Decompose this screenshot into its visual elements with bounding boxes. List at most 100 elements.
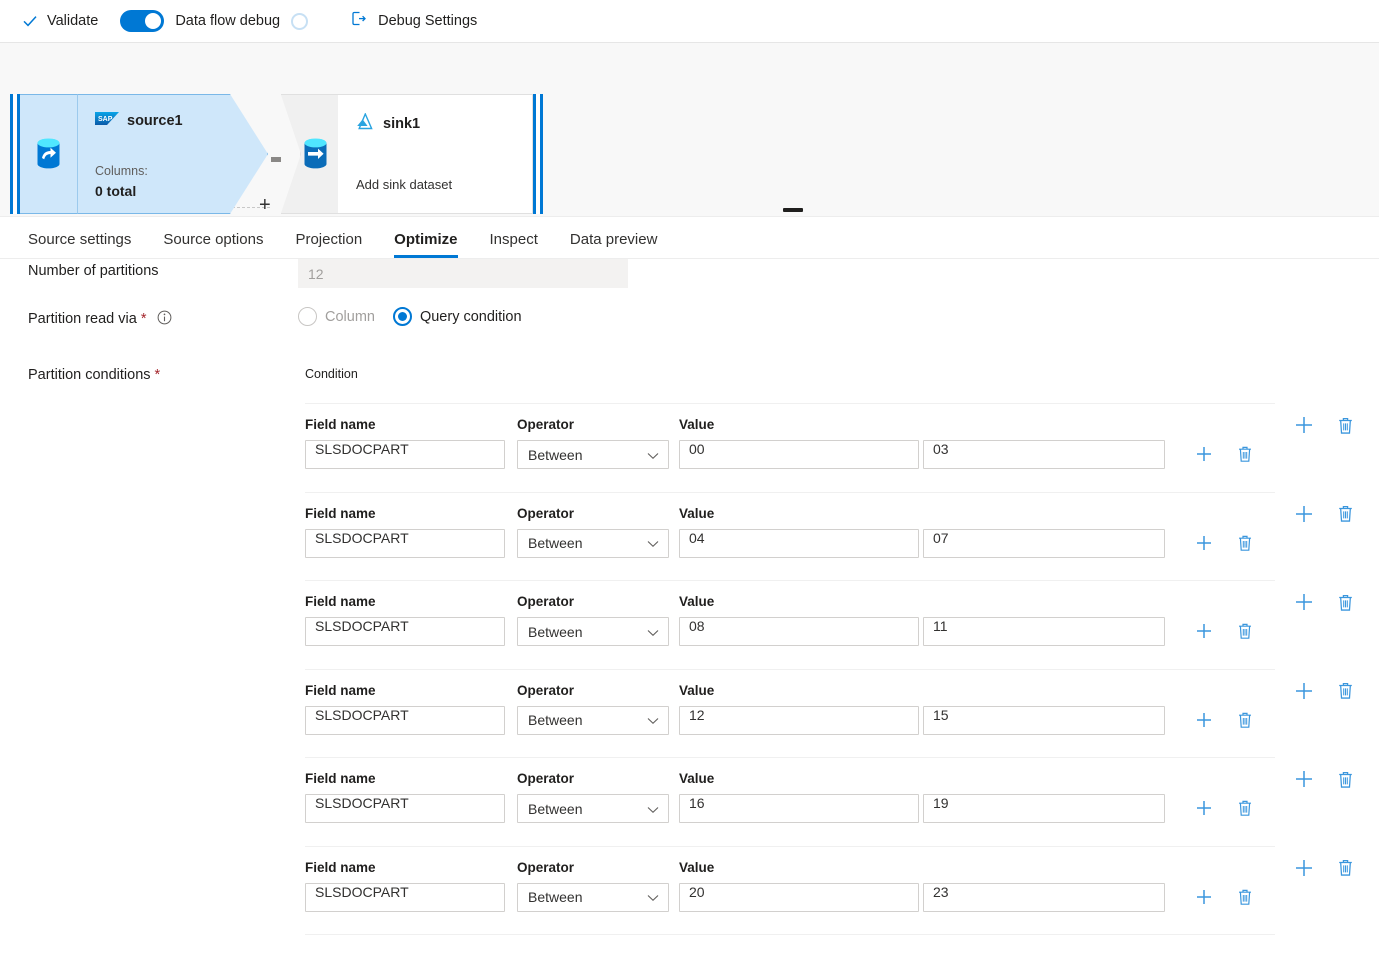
chevron-down-icon [647,889,659,905]
validate-label: Validate [47,13,98,29]
field-name-input[interactable]: SLSDOCPART [305,617,505,646]
add-condition-group-button[interactable] [1293,680,1315,702]
partition-read-via-label: Partition read via * [28,310,172,329]
delete-condition-group-button[interactable] [1334,591,1356,613]
data-flow-debug-toggle[interactable] [120,10,164,32]
svg-text:SAP: SAP [98,116,113,123]
operator-header: Operator [517,594,574,609]
add-condition-button[interactable] [1193,797,1215,819]
operator-select[interactable]: Between [517,529,669,558]
field-name-input[interactable]: SLSDOCPART [305,883,505,912]
delete-condition-group-button[interactable] [1334,768,1356,790]
field-name-input[interactable]: SLSDOCPART [305,529,505,558]
value-from-input[interactable]: 08 [679,617,919,646]
operator-select[interactable]: Between [517,440,669,469]
delete-condition-button[interactable] [1234,709,1256,731]
value-from-input[interactable]: 12 [679,706,919,735]
tab-optimize[interactable]: Optimize [394,231,457,258]
sink-name: sink1 [383,116,420,132]
field-name-header: Field name [305,417,376,432]
tab-inspect[interactable]: Inspect [490,231,538,258]
number-of-partitions-row: Number of partitions 12 [0,259,1379,307]
tab-projection[interactable]: Projection [295,231,362,258]
tab-source-settings[interactable]: Source settings [28,231,131,258]
value-to-input[interactable]: 19 [923,794,1165,823]
source-stream-icon [20,94,77,214]
sink-title-group: sink1 [356,113,420,135]
add-condition-group-button[interactable] [1293,503,1315,525]
value-header: Value [679,771,714,786]
check-icon [22,13,38,29]
field-name-input[interactable]: SLSDOCPART [305,794,505,823]
operator-select[interactable]: Between [517,706,669,735]
tab-data-preview[interactable]: Data preview [570,231,658,258]
data-flow-canvas[interactable]: SAP source1 Columns: 0 total + [0,43,1379,217]
field-name-input[interactable]: SLSDOCPART [305,706,505,735]
value-header: Value [679,417,714,432]
add-condition-button[interactable] [1193,443,1215,465]
add-condition-group-button[interactable] [1293,591,1315,613]
chevron-down-icon [647,712,659,728]
value-to-input[interactable]: 03 [923,440,1165,469]
delete-condition-button[interactable] [1234,797,1256,819]
source-body: SAP source1 Columns: 0 total [77,94,268,214]
delete-condition-button[interactable] [1234,620,1256,642]
chevron-down-icon [647,801,659,817]
operator-select[interactable]: Between [517,617,669,646]
delete-condition-group-button[interactable] [1334,414,1356,436]
partition-read-via-radio-group[interactable]: Column Query condition [298,307,522,326]
delete-condition-button[interactable] [1234,886,1256,908]
number-of-partitions-input: 12 [298,259,628,288]
add-condition-group-button[interactable] [1293,768,1315,790]
operator-select[interactable]: Between [517,883,669,912]
add-condition-button[interactable] [1193,620,1215,642]
delete-condition-group-button[interactable] [1334,857,1356,879]
field-name-header: Field name [305,506,376,521]
operator-header: Operator [517,771,574,786]
validate-button[interactable]: Validate [22,6,98,36]
delete-condition-button[interactable] [1234,532,1256,554]
toggle-knob [145,13,161,29]
debug-settings-label: Debug Settings [378,13,477,29]
value-from-input[interactable]: 16 [679,794,919,823]
data-flow-debug-label: Data flow debug [175,13,280,29]
radio-inner-dot [398,312,407,321]
value-to-input[interactable]: 11 [923,617,1165,646]
value-to-input[interactable]: 23 [923,883,1165,912]
value-from-input[interactable]: 20 [679,883,919,912]
delete-condition-group-button[interactable] [1334,503,1356,525]
value-from-input[interactable]: 04 [679,529,919,558]
operator-value: Between [528,889,582,905]
debug-status-spinner-icon [291,13,308,30]
field-name-input[interactable]: SLSDOCPART [305,440,505,469]
sink-node[interactable]: sink1 Add sink dataset [281,94,543,214]
value-to-input[interactable]: 15 [923,706,1165,735]
info-icon[interactable] [157,310,172,329]
add-condition-group-button[interactable] [1293,857,1315,879]
operator-value: Between [528,447,582,463]
operator-select[interactable]: Between [517,794,669,823]
panel-collapse-handle[interactable] [783,208,803,212]
add-condition-group-button[interactable] [1293,414,1315,436]
source-name: source1 [127,113,183,129]
partition-conditions-table: Condition Field name Operator Value SLSD… [305,367,1379,935]
value-from-input[interactable]: 00 [679,440,919,469]
delete-condition-button[interactable] [1234,443,1256,465]
sink-subtitle[interactable]: Add sink dataset [356,177,452,192]
radio-option-query-condition[interactable]: Query condition [393,307,522,326]
value-header: Value [679,594,714,609]
add-condition-button[interactable] [1193,709,1215,731]
operator-value: Between [528,624,582,640]
data-flow-debug-control[interactable]: Data flow debug [120,10,308,32]
debug-settings-button[interactable]: Debug Settings [350,6,477,36]
tab-source-options[interactable]: Source options [163,231,263,258]
source-columns-total: 0 total [95,181,148,203]
add-transformation-button[interactable]: + [259,195,271,215]
delete-condition-group-button[interactable] [1334,680,1356,702]
condition-row: Field name Operator Value SLSDOCPART Bet… [305,758,1275,847]
value-to-input[interactable]: 07 [923,529,1165,558]
add-condition-button[interactable] [1193,532,1215,554]
add-condition-button[interactable] [1193,886,1215,908]
field-name-header: Field name [305,771,376,786]
source-node[interactable]: SAP source1 Columns: 0 total [10,94,268,214]
